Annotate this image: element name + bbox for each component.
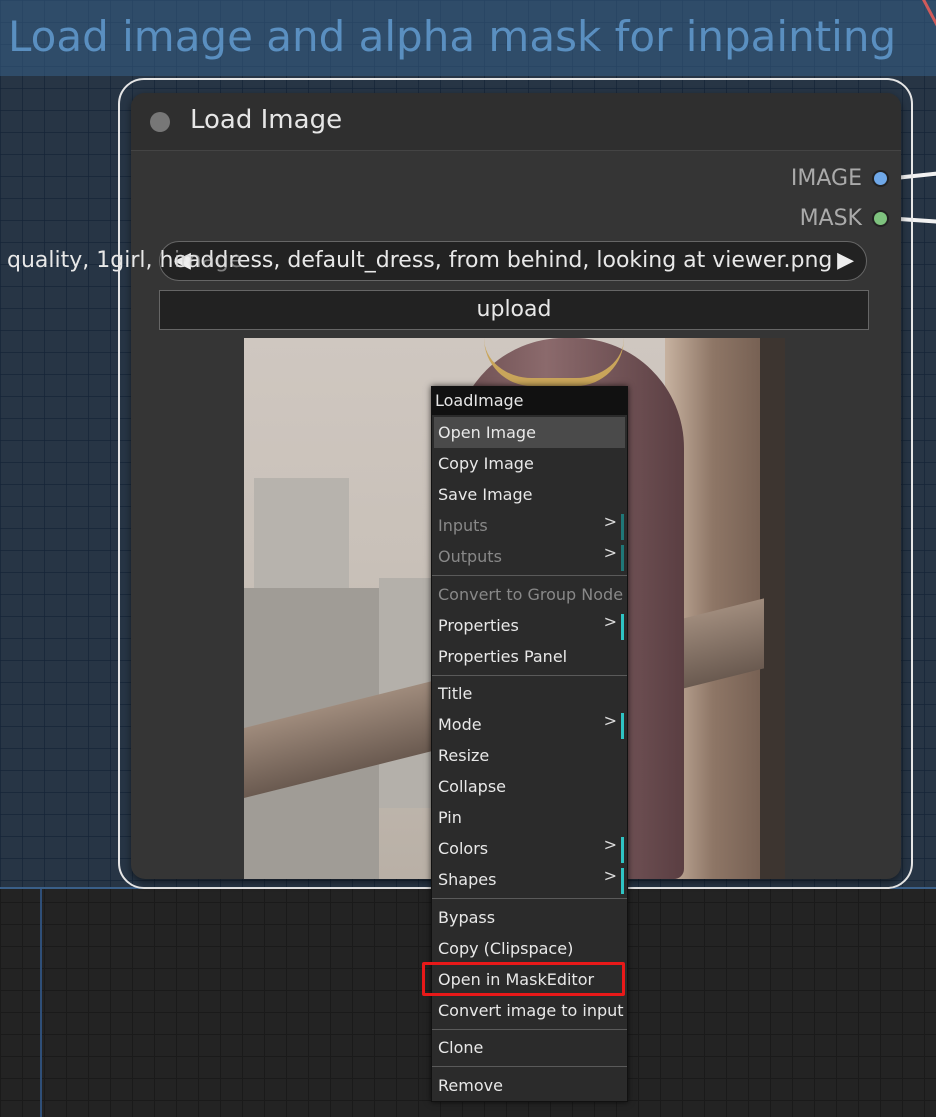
menu-separator [432, 1066, 627, 1067]
menu-item-copy-clipspace[interactable]: Copy (Clipspace) [432, 933, 627, 964]
menu-item-mode[interactable]: Mode > [432, 709, 627, 740]
menu-item-properties-panel[interactable]: Properties Panel [432, 641, 627, 672]
combo-value: quality, 1girl, headdress, default_dress… [7, 248, 833, 273]
group-title-bar[interactable]: Load image and alpha mask for inpainting [0, 0, 936, 76]
submenu-arrow-icon: > [603, 512, 617, 531]
menu-item-bypass[interactable]: Bypass [432, 902, 627, 933]
output-mask[interactable]: MASK [800, 206, 889, 231]
submenu-indicator [621, 713, 624, 739]
submenu-arrow-icon: > [603, 543, 617, 562]
combo-next-arrow[interactable]: ▶ [837, 248, 854, 273]
submenu-arrow-icon: > [603, 866, 617, 885]
node-title: Load Image [190, 105, 343, 135]
submenu-arrow-icon: > [603, 835, 617, 854]
menu-item-properties[interactable]: Properties > [432, 610, 627, 641]
submenu-arrow-icon: > [603, 711, 617, 730]
menu-item-inputs[interactable]: Inputs > [432, 510, 627, 541]
submenu-arrow-icon: > [603, 612, 617, 631]
canvas-line [40, 889, 42, 1117]
submenu-indicator [621, 545, 624, 571]
output-image-label: IMAGE [790, 166, 862, 191]
submenu-indicator [621, 514, 624, 540]
context-menu-title: LoadImage [432, 387, 627, 415]
menu-separator [432, 898, 627, 899]
menu-item-outputs[interactable]: Outputs > [432, 541, 627, 572]
menu-item-colors[interactable]: Colors > [432, 833, 627, 864]
submenu-indicator [621, 614, 624, 640]
combo-overlay-label: image [174, 248, 243, 273]
highlight-box [422, 962, 625, 996]
output-image-slot[interactable] [872, 170, 889, 187]
menu-item-resize[interactable]: Resize [432, 740, 627, 771]
menu-separator [432, 575, 627, 576]
output-image[interactable]: IMAGE [791, 166, 889, 191]
group-title: Load image and alpha mask for inpainting [8, 12, 897, 61]
menu-item-save-image[interactable]: Save Image [432, 479, 627, 510]
output-mask-label: MASK [799, 206, 862, 231]
output-mask-slot[interactable] [872, 210, 889, 227]
menu-item-remove[interactable]: Remove [432, 1070, 627, 1101]
submenu-indicator [621, 837, 624, 863]
menu-separator [432, 675, 627, 676]
menu-item-pin[interactable]: Pin [432, 802, 627, 833]
menu-item-open-image[interactable]: Open Image [434, 417, 625, 448]
menu-item-collapse[interactable]: Collapse [432, 771, 627, 802]
menu-item-shapes[interactable]: Shapes > [432, 864, 627, 895]
menu-item-convert-to-group-node[interactable]: Convert to Group Node [432, 579, 627, 610]
node-collapse-dot[interactable] [150, 112, 170, 132]
menu-item-copy-image[interactable]: Copy Image [432, 448, 627, 479]
menu-item-clone[interactable]: Clone [432, 1032, 627, 1063]
menu-item-title[interactable]: Title [432, 678, 627, 709]
menu-item-convert-image-to-input[interactable]: Convert image to input [432, 995, 627, 1026]
node-header[interactable]: Load Image [131, 93, 901, 151]
menu-separator [432, 1029, 627, 1030]
submenu-indicator [621, 868, 624, 894]
upload-button[interactable]: upload [159, 290, 869, 330]
